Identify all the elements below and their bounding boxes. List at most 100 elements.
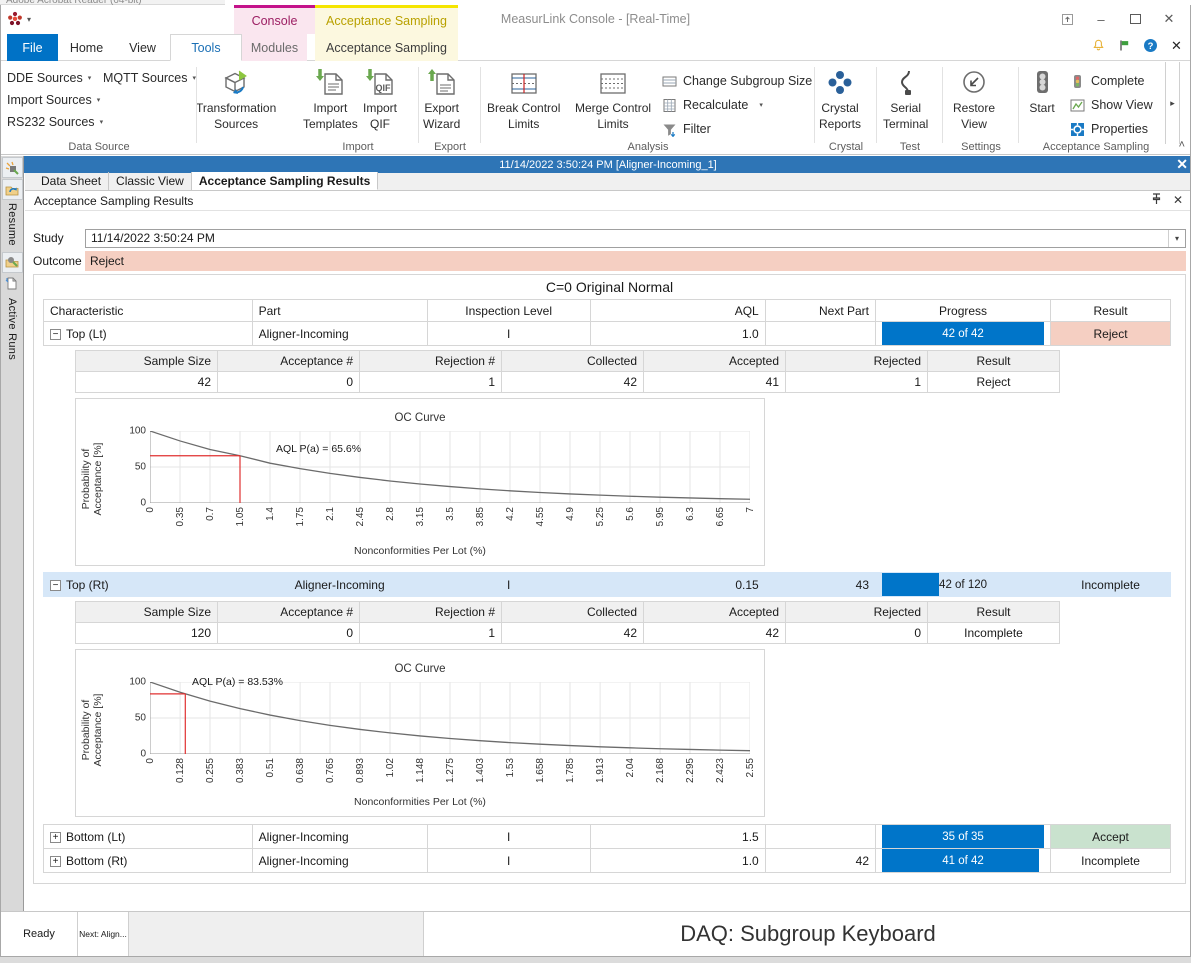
ribbon-group-data-source-label: Data Source <box>68 141 130 153</box>
data-source-dropdown-column-1: DDE Sources ▾ Import Sources ▾ RS232 Sou… <box>7 67 103 133</box>
close-document-icon[interactable]: ✕ <box>1169 38 1184 53</box>
document-tab-acceptance-sampling-results[interactable]: Acceptance Sampling Results <box>191 172 379 190</box>
col-progress[interactable]: Progress <box>875 299 1052 322</box>
sidebar-item-active-runs-icon[interactable] <box>2 274 23 295</box>
help-icon[interactable]: ? <box>1143 38 1158 53</box>
mdi-child-title-bar: 11/14/2022 3:50:24 PM [Aligner-Incoming_… <box>24 156 1190 173</box>
x-tick-label: 0 <box>145 507 156 513</box>
x-tick-label: 4.2 <box>505 507 516 521</box>
serial-terminal-button[interactable]: Serial Terminal <box>883 65 928 131</box>
properties-button[interactable]: Properties <box>1069 117 1153 141</box>
break-control-limits-button[interactable]: Break Control Limits <box>487 65 560 131</box>
mdi-close-icon[interactable]: ✕ <box>1176 156 1188 173</box>
x-tick-label: 0.383 <box>235 758 247 784</box>
ribbon-group-crystal-label: Crystal <box>828 141 864 153</box>
mdi-child-title: 11/14/2022 3:50:24 PM [Aligner-Incoming_… <box>499 158 717 171</box>
chevron-down-icon[interactable]: ▾ <box>1168 229 1185 247</box>
merge-control-limits-button[interactable]: Merge Control Limits <box>575 65 651 131</box>
import-templates-button[interactable]: Import Templates <box>303 65 358 131</box>
expander-icon[interactable]: + <box>50 855 61 867</box>
acceptance-sampling-small-buttons: Complete Show View Properties <box>1069 69 1153 141</box>
ribbon-tab-tools[interactable]: Tools <box>170 34 242 61</box>
col-inspection-level[interactable]: Inspection Level <box>426 299 591 322</box>
change-subgroup-size-button[interactable]: Change Subgroup Size <box>661 69 812 93</box>
flag-icon[interactable] <box>1117 38 1132 53</box>
expander-icon[interactable]: + <box>50 831 61 843</box>
window-title: MeasurLink Console - [Real-Time] <box>500 12 691 26</box>
rail-settings-icon[interactable] <box>1 251 23 273</box>
ribbon-group-crystal: Crystal Reports Crystal <box>815 61 877 155</box>
row-progress: 42 of 120 <box>875 572 1052 597</box>
mqtt-sources-dropdown[interactable]: MQTT Sources ▾ <box>103 67 196 89</box>
results-panel: C=0 Original Normal Characteristic Part … <box>33 274 1186 884</box>
restore-up-button[interactable] <box>1050 7 1084 31</box>
show-view-button[interactable]: Show View <box>1069 93 1153 117</box>
recalculate-button[interactable]: Recalculate ▾ <box>661 93 812 117</box>
col-characteristic[interactable]: Characteristic <box>43 299 253 322</box>
row-characteristic-label: Bottom (Lt) <box>66 829 126 844</box>
ribbon-scroll-right-button[interactable]: ▸ <box>1165 62 1180 144</box>
x-tick-label: 0 <box>145 758 156 764</box>
dde-sources-dropdown[interactable]: DDE Sources ▾ <box>7 67 103 89</box>
row-characteristic: + Bottom (Rt) <box>43 848 253 873</box>
acceptance-sampling-results-content: Study 11/14/2022 3:50:24 PM ▾ Outcome Re… <box>25 210 1190 912</box>
change-subgroup-size-icon <box>661 73 677 89</box>
progress-bar-text: 42 of 120 <box>939 578 988 591</box>
row-characteristic: − Top (Lt) <box>43 321 253 346</box>
col-result[interactable]: Result <box>1050 299 1171 322</box>
x-tick-label: 0.7 <box>205 507 216 521</box>
ribbon-tab-home[interactable]: Home <box>58 34 115 61</box>
crystal-reports-button[interactable]: Crystal Reports <box>819 65 861 131</box>
x-tick-label: 2.55 <box>745 758 756 778</box>
import-templates-label-1: Import <box>313 101 348 115</box>
document-tab-classic-view[interactable]: Classic View <box>109 172 192 190</box>
merge-control-limits-label-2: Limits <box>597 117 629 131</box>
detail-grid: Sample Size Acceptance # Rejection # Col… <box>75 350 1060 393</box>
start-button[interactable]: Start <box>1025 65 1059 115</box>
import-templates-icon <box>313 65 347 99</box>
sidebar-item-resume-icon[interactable] <box>1 179 23 200</box>
import-sources-dropdown[interactable]: Import Sources ▾ <box>7 89 103 111</box>
import-sources-label: Import Sources <box>7 93 92 107</box>
transformation-sources-button[interactable]: Transformation Sources <box>196 65 276 131</box>
title-bar: ▾ MeasurLink Console - [Real-Time] Conso… <box>1 5 1190 34</box>
expander-icon[interactable]: − <box>50 328 61 340</box>
x-tick-label: 2.423 <box>715 758 727 784</box>
complete-button[interactable]: Complete <box>1069 69 1153 93</box>
study-combobox[interactable]: 11/14/2022 3:50:24 PM ▾ <box>85 228 1186 248</box>
col-next-part[interactable]: Next Part <box>764 299 877 322</box>
restore-view-label-1: Restore <box>953 101 996 115</box>
table-row[interactable]: − Top (Rt) Aligner-Incoming I 0.15 43 42 … <box>43 572 1171 597</box>
document-tab-data-sheet[interactable]: Data Sheet <box>34 172 110 190</box>
sidebar-item-active-runs-label[interactable]: Active Runs <box>6 298 18 360</box>
rs232-sources-dropdown[interactable]: RS232 Sources ▾ <box>7 111 103 133</box>
panel-close-icon[interactable]: ✕ <box>1173 193 1183 208</box>
minimize-button[interactable]: ‒ <box>1084 7 1118 31</box>
table-row[interactable]: − Top (Lt) Aligner-Incoming I 1.0 42 of 4… <box>43 321 1171 346</box>
table-row[interactable]: + Bottom (Lt) Aligner-Incoming I 1.5 35 o… <box>43 824 1171 849</box>
col-aql[interactable]: AQL <box>589 299 766 322</box>
ribbon-tab-modules[interactable]: Modules <box>242 34 307 61</box>
import-qif-button[interactable]: QIF Import QIF <box>363 65 397 131</box>
table-row[interactable]: + Bottom (Rt) Aligner-Incoming I 1.0 42 4… <box>43 848 1171 873</box>
maximize-button[interactable] <box>1118 7 1152 31</box>
ribbon-tab-view[interactable]: View <box>115 34 170 61</box>
export-wizard-button[interactable]: Export Wizard <box>423 65 460 131</box>
sidebar-item-resume-label[interactable]: Resume <box>6 203 18 246</box>
bell-icon[interactable] <box>1091 38 1106 53</box>
ribbon-tab-acceptance-sampling[interactable]: Acceptance Sampling <box>315 34 458 61</box>
expander-icon[interactable]: − <box>50 579 61 591</box>
detail-sample-size: 42 <box>75 371 218 393</box>
ribbon-tab-acceptance-sampling-label: Acceptance Sampling <box>326 40 447 55</box>
filter-button[interactable]: Filter <box>661 117 812 141</box>
ribbon-tab-file[interactable]: File <box>7 34 58 61</box>
close-button[interactable]: ✕ <box>1152 7 1186 31</box>
detail-row: 120 0 1 42 42 0 Incomplete <box>75 622 1060 644</box>
restore-view-button[interactable]: Restore View <box>953 65 995 131</box>
col-part[interactable]: Part <box>251 299 428 322</box>
ribbon-collapse-button[interactable]: ˄ <box>1179 139 1185 151</box>
x-tick-label: 2.168 <box>655 758 667 784</box>
rail-top-icon[interactable] <box>1 157 23 178</box>
pin-icon[interactable] <box>1151 193 1162 208</box>
chevron-down-icon: ▾ <box>96 97 101 104</box>
